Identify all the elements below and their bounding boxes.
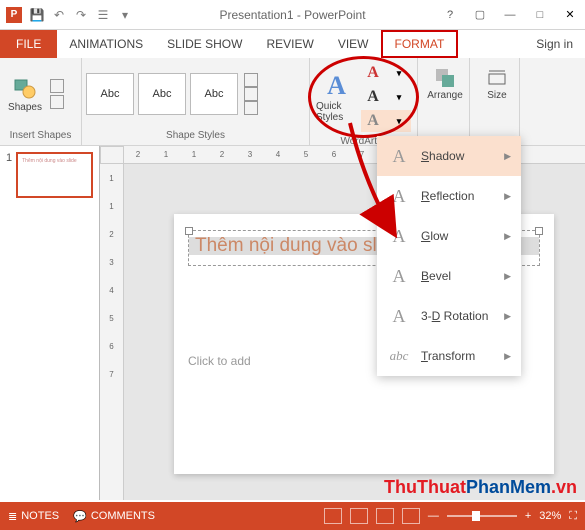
menu-item-3d-rotation[interactable]: A 3-D Rotation ▶	[377, 296, 521, 336]
powerpoint-icon[interactable]: P	[6, 7, 22, 23]
tab-animations[interactable]: ANIMATIONS	[57, 30, 155, 58]
watermark: ThuThuatPhanMem.vn	[384, 477, 577, 498]
bevel-icon: A	[387, 264, 411, 288]
zoom-level[interactable]: 32%	[539, 510, 561, 522]
sorter-view-button[interactable]	[350, 508, 368, 524]
group-label-shape-styles: Shape Styles	[86, 128, 305, 143]
text-outline-button[interactable]: A	[361, 86, 385, 108]
ruler-corner	[100, 146, 124, 164]
redo-icon[interactable]: ↷	[70, 4, 92, 26]
transform-icon: abc	[387, 344, 411, 368]
comments-button[interactable]: 💬COMMENTS	[73, 510, 155, 523]
chevron-down-icon[interactable]: ▾	[387, 110, 411, 132]
textbox-icon[interactable]	[50, 79, 64, 93]
menu-item-shadow[interactable]: A Shadow ▶	[377, 136, 521, 176]
content-placeholder[interactable]: Click to add	[188, 354, 368, 368]
reading-view-button[interactable]	[376, 508, 394, 524]
tab-file[interactable]: FILE	[0, 30, 57, 58]
window-controls: ? ▢ ― □ ✕	[435, 2, 585, 28]
group-label-insert-shapes: Insert Shapes	[4, 128, 77, 143]
group-shape-styles: Abc Abc Abc Shape Styles	[82, 58, 310, 145]
quick-styles-button[interactable]: A Quick Styles	[316, 71, 357, 123]
chevron-right-icon: ▶	[504, 191, 511, 202]
chevron-right-icon: ▶	[504, 351, 511, 362]
notes-button[interactable]: ≣NOTES	[8, 510, 59, 523]
tab-format[interactable]: FORMAT	[381, 30, 459, 58]
slide-thumbnail[interactable]: Thêm nội dung vào slide	[16, 152, 93, 198]
shadow-icon: A	[387, 144, 411, 168]
tab-review[interactable]: REVIEW	[254, 30, 325, 58]
tab-slideshow[interactable]: SLIDE SHOW	[155, 30, 254, 58]
minimize-icon[interactable]: ―	[495, 2, 525, 28]
size-button[interactable]: Size	[474, 60, 520, 101]
window-title: Presentation1 - PowerPoint	[219, 8, 365, 22]
slideshow-view-button[interactable]	[402, 508, 420, 524]
touch-mode-icon[interactable]: ☰	[92, 4, 114, 26]
menu-item-reflection[interactable]: A Reflection ▶	[377, 176, 521, 216]
sign-in-link[interactable]: Sign in	[524, 30, 585, 58]
tab-view[interactable]: VIEW	[326, 30, 381, 58]
arrange-button[interactable]: Arrange	[422, 60, 468, 101]
shape-style-preset[interactable]: Abc	[138, 73, 186, 115]
chevron-right-icon: ▶	[504, 271, 511, 282]
zoom-slider[interactable]	[447, 515, 517, 517]
shapes-button[interactable]: Shapes	[4, 63, 46, 125]
close-icon[interactable]: ✕	[555, 2, 585, 28]
glow-icon: A	[387, 224, 411, 248]
text-fill-button[interactable]: A	[361, 62, 385, 84]
fit-to-window-button[interactable]: ⛶	[569, 510, 577, 523]
group-arrange: Arrange	[418, 58, 470, 145]
titlebar: P 💾 ↶ ↷ ☰ ▾ Presentation1 - PowerPoint ?…	[0, 0, 585, 30]
ruler-vertical: 11234567	[100, 164, 124, 500]
zoom-in-button[interactable]: +	[525, 510, 531, 522]
chevron-down-icon[interactable]: ▾	[387, 86, 411, 108]
qat-dropdown-icon[interactable]: ▾	[114, 4, 136, 26]
group-wordart-styles: A Quick Styles A ▾ A ▾ A ▾ WordArt S	[310, 58, 418, 145]
shape-style-preset[interactable]: Abc	[86, 73, 134, 115]
group-size: Size	[470, 58, 520, 145]
chevron-right-icon: ▶	[504, 231, 511, 242]
ribbon: Shapes Insert Shapes Abc Abc Abc Shape S…	[0, 58, 585, 146]
quick-access-toolbar: P 💾 ↶ ↷ ☰ ▾	[0, 4, 136, 26]
menu-item-bevel[interactable]: A Bevel ▶	[377, 256, 521, 296]
save-icon[interactable]: 💾	[26, 4, 48, 26]
chevron-right-icon: ▶	[504, 151, 511, 162]
shape-styles-more[interactable]	[242, 69, 260, 119]
rotation-3d-icon: A	[387, 304, 411, 328]
chevron-down-icon[interactable]: ▾	[387, 62, 411, 84]
ribbon-options-icon[interactable]: ▢	[465, 2, 495, 28]
zoom-out-button[interactable]: ―	[428, 510, 439, 522]
slide-thumbnail-pane: 1 Thêm nội dung vào slide	[0, 146, 100, 500]
group-insert-shapes: Shapes Insert Shapes	[0, 58, 82, 145]
reflection-icon: A	[387, 184, 411, 208]
text-effects-menu: A Shadow ▶ A Reflection ▶ A Glow ▶ A Bev…	[377, 136, 521, 376]
help-icon[interactable]: ?	[435, 2, 465, 28]
text-effects-button[interactable]: A	[361, 110, 385, 132]
undo-icon[interactable]: ↶	[48, 4, 70, 26]
shape-style-preset[interactable]: Abc	[190, 73, 238, 115]
menu-item-glow[interactable]: A Glow ▶	[377, 216, 521, 256]
thumbnail-number: 1	[6, 152, 12, 198]
merge-shapes-icon[interactable]	[50, 95, 64, 109]
ribbon-tabs: FILE ANIMATIONS SLIDE SHOW REVIEW VIEW F…	[0, 30, 585, 58]
normal-view-button[interactable]	[324, 508, 342, 524]
maximize-icon[interactable]: □	[525, 2, 555, 28]
statusbar: ≣NOTES 💬COMMENTS ― + 32% ⛶	[0, 502, 585, 530]
menu-item-transform[interactable]: abc Transform ▶	[377, 336, 521, 376]
chevron-right-icon: ▶	[504, 311, 511, 322]
